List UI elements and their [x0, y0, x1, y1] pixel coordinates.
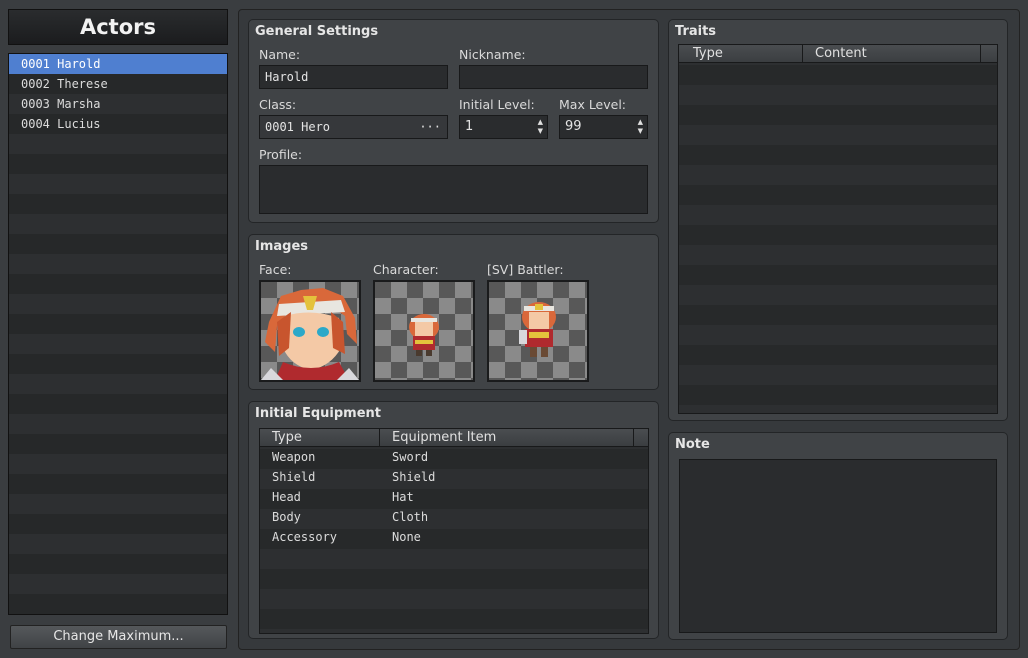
- face-image[interactable]: [259, 280, 361, 382]
- class-value: 0001 Hero: [265, 120, 331, 134]
- table-row[interactable]: Accessory None: [260, 527, 648, 547]
- profile-textarea[interactable]: [259, 165, 648, 214]
- equipment-type-cell: Body: [272, 510, 301, 524]
- battler-sprite-icon: [519, 302, 556, 357]
- name-input[interactable]: Harold: [259, 65, 448, 89]
- initial-equipment-group: Initial Equipment Type Equipment Item We…: [248, 401, 659, 639]
- table-row[interactable]: Weapon Sword: [260, 447, 648, 467]
- column-header-equipment-item[interactable]: Equipment Item: [380, 429, 634, 447]
- column-header-type[interactable]: Type: [260, 429, 380, 447]
- note-title: Note: [675, 437, 710, 452]
- battler-image[interactable]: [487, 280, 589, 382]
- actors-title: Actors: [8, 9, 228, 45]
- actor-list-item[interactable]: 0003 Marsha: [9, 94, 227, 114]
- equipment-table-header: Type Equipment Item: [260, 429, 648, 447]
- column-header-content[interactable]: Content: [803, 45, 981, 63]
- general-settings-group: General Settings Name: Harold Nickname: …: [248, 19, 659, 223]
- actor-list-item[interactable]: 0001 Harold: [9, 54, 227, 74]
- spinner-arrows-icon[interactable]: ▲ ▼: [538, 118, 543, 136]
- actor-list-item[interactable]: 0002 Therese: [9, 74, 227, 94]
- equipment-type-cell: Head: [272, 490, 301, 504]
- nickname-label: Nickname:: [459, 47, 526, 62]
- profile-label: Profile:: [259, 147, 303, 162]
- initial-level-label: Initial Level:: [459, 97, 535, 112]
- actor-list[interactable]: 0001 Harold 0002 Therese 0003 Marsha 000…: [8, 53, 228, 615]
- note-textarea[interactable]: [679, 459, 997, 633]
- table-row[interactable]: Body Cloth: [260, 507, 648, 527]
- initial-equipment-title: Initial Equipment: [255, 406, 382, 421]
- initial-level-value: 1: [465, 119, 474, 134]
- traits-group: Traits Type Content: [668, 19, 1008, 421]
- equipment-type-cell: Weapon: [272, 450, 316, 464]
- table-row[interactable]: Shield Shield: [260, 467, 648, 487]
- table-row[interactable]: Head Hat: [260, 487, 648, 507]
- equipment-type-cell: Shield: [272, 470, 316, 484]
- ellipsis-icon[interactable]: ···: [419, 116, 441, 138]
- note-group: Note: [668, 432, 1008, 640]
- name-label: Name:: [259, 47, 301, 62]
- traits-table-header: Type Content: [679, 45, 997, 63]
- spinner-arrows-icon[interactable]: ▲ ▼: [638, 118, 643, 136]
- actor-editor-panel: General Settings Name: Harold Nickname: …: [238, 9, 1020, 650]
- face-portrait-icon: [261, 288, 359, 380]
- character-label: Character:: [373, 262, 439, 277]
- equipment-item-cell: Hat: [392, 490, 414, 504]
- traits-table[interactable]: Type Content: [678, 44, 998, 414]
- equipment-item-cell: None: [392, 530, 421, 544]
- traits-title: Traits: [675, 24, 717, 39]
- face-label: Face:: [259, 262, 292, 277]
- images-group: Images Face: Character: [SV] Battler:: [248, 234, 659, 390]
- class-label: Class:: [259, 97, 297, 112]
- equipment-type-cell: Accessory: [272, 530, 338, 544]
- max-level-stepper[interactable]: 99 ▲ ▼: [559, 115, 648, 139]
- equipment-item-cell: Cloth: [392, 510, 429, 524]
- class-selector[interactable]: 0001 Hero ···: [259, 115, 448, 139]
- max-level-value: 99: [565, 119, 582, 134]
- battler-label: [SV] Battler:: [487, 262, 564, 277]
- initial-level-stepper[interactable]: 1 ▲ ▼: [459, 115, 548, 139]
- equipment-item-cell: Sword: [392, 450, 429, 464]
- equipment-table[interactable]: Type Equipment Item Weapon Sword Shield …: [259, 428, 649, 634]
- equipment-item-cell: Shield: [392, 470, 436, 484]
- column-header-type[interactable]: Type: [679, 45, 803, 63]
- general-settings-title: General Settings: [255, 24, 379, 39]
- actor-list-item[interactable]: 0004 Lucius: [9, 114, 227, 134]
- nickname-input[interactable]: [459, 65, 648, 89]
- character-sprite-icon: [409, 314, 439, 356]
- change-maximum-button[interactable]: Change Maximum...: [10, 625, 227, 649]
- images-title: Images: [255, 239, 309, 254]
- character-image[interactable]: [373, 280, 475, 382]
- max-level-label: Max Level:: [559, 97, 627, 112]
